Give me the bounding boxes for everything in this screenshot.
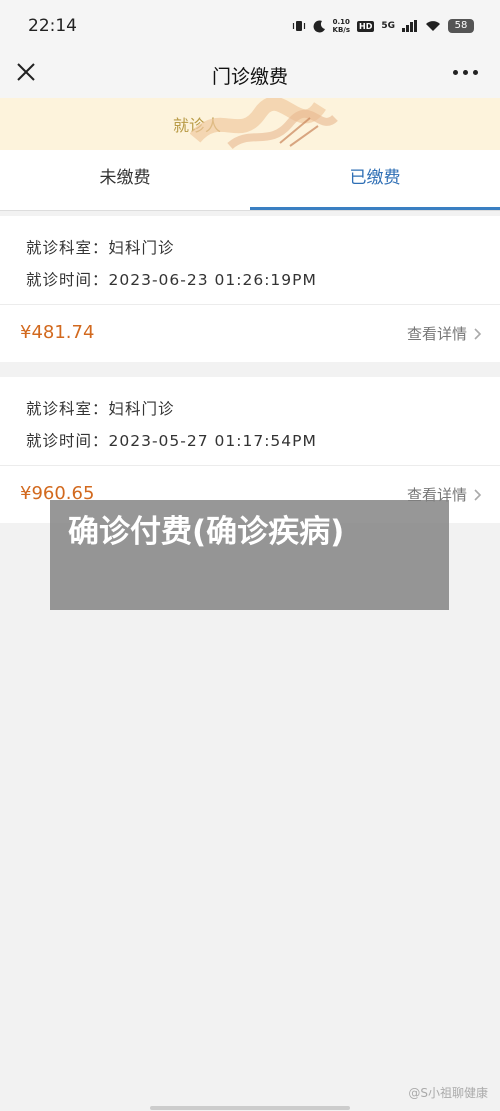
visit-time-row: 就诊时间：2023-05-27 01:17:54PM bbox=[26, 432, 317, 450]
nav-bar: 门诊缴费 bbox=[0, 52, 500, 98]
home-indicator[interactable] bbox=[150, 1106, 350, 1110]
chevron-right-icon bbox=[474, 327, 482, 340]
moon-icon bbox=[313, 19, 325, 32]
visit-time-row: 就诊时间：2023-06-23 01:26:19PM bbox=[26, 271, 317, 289]
caption-overlay: 确诊付费(确诊疾病) bbox=[50, 500, 449, 610]
network-type: 5G bbox=[381, 21, 395, 31]
status-bar: 22:14 0.10 KB/s HD 5G 58 bbox=[0, 0, 500, 52]
amount: ¥481.74 bbox=[20, 322, 95, 343]
page-title: 门诊缴费 bbox=[211, 65, 288, 88]
tab-paid[interactable]: 已缴费 bbox=[250, 150, 500, 210]
payment-record[interactable]: 就诊科室：妇科门诊 就诊时间：2023-06-23 01:26:19PM ¥48… bbox=[0, 216, 500, 362]
status-time: 22:14 bbox=[28, 16, 77, 36]
battery-icon: 58 bbox=[448, 19, 474, 33]
net-speed: 0.10 KB/s bbox=[332, 18, 350, 34]
patient-selector[interactable]: 就诊人 bbox=[0, 98, 500, 150]
status-icons: 0.10 KB/s HD 5G 58 bbox=[292, 18, 474, 34]
redaction-scribble bbox=[190, 98, 338, 150]
tab-unpaid[interactable]: 未缴费 bbox=[0, 150, 250, 210]
tab-bar: 未缴费 已缴费 bbox=[0, 150, 500, 210]
hd-badge: HD bbox=[357, 20, 375, 32]
view-details-link[interactable]: 查看详情 bbox=[407, 323, 482, 344]
chevron-right-icon bbox=[474, 488, 482, 501]
watermark: @S小祖聊健康 bbox=[408, 1086, 488, 1100]
signal-icon bbox=[402, 20, 417, 32]
close-icon[interactable] bbox=[12, 58, 42, 88]
more-icon[interactable] bbox=[453, 70, 478, 75]
divider bbox=[0, 210, 500, 211]
wifi-icon bbox=[426, 21, 440, 31]
divider bbox=[0, 304, 500, 305]
department-row: 就诊科室：妇科门诊 bbox=[26, 239, 175, 257]
department-row: 就诊科室：妇科门诊 bbox=[26, 400, 175, 418]
caption-text: 确诊付费(确诊疾病) bbox=[68, 514, 345, 550]
vibrate-icon bbox=[292, 21, 305, 31]
divider bbox=[0, 465, 500, 466]
